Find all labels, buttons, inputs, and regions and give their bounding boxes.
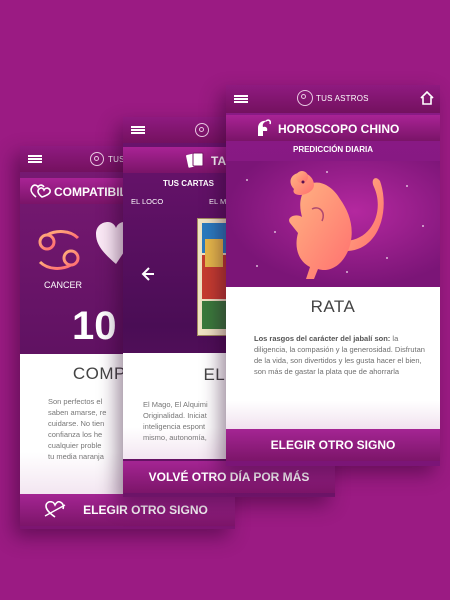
card-name-right: EL M: [209, 197, 227, 206]
choose-sign-button[interactable]: ELEGIR OTRO SIGNO: [226, 429, 440, 461]
choose-sign-label: ELEGIR OTRO SIGNO: [83, 503, 208, 517]
left-arrow-icon[interactable]: [141, 265, 157, 283]
tarot-cards-icon: [186, 152, 204, 168]
animal-text: Los rasgos del carácter del jabalí son: …: [254, 333, 432, 377]
hamburger-icon[interactable]: [28, 155, 42, 163]
brand-logo-icon: [195, 123, 209, 137]
card-text: El Mago, El Alquimi Originalidad. Inicia…: [143, 400, 208, 442]
top-bar: TUS ASTROS: [226, 85, 440, 113]
content-panel: RATA Los rasgos del carácter del jabalí …: [226, 287, 440, 429]
heart-arrow-icon: [44, 501, 66, 518]
screen-title: TA: [211, 154, 227, 168]
rat-icon: [289, 171, 384, 279]
screen-title: HOROSCOPO CHINO: [278, 122, 400, 136]
brand-name: TUS ASTROS: [316, 94, 369, 103]
animal-text-bold: Los rasgos del carácter del jabalí son:: [254, 334, 391, 343]
hamburger-icon[interactable]: [131, 126, 145, 134]
rat-illustration-area: [226, 161, 440, 287]
brand-logo-icon: [90, 152, 104, 166]
goat-icon: [258, 119, 271, 136]
chinese-horoscope-screen: TUS ASTROS HOROSCOPO CHINO PREDICCIÓN DI…: [226, 85, 440, 466]
brand-logo-icon: [297, 90, 313, 106]
choose-sign-button[interactable]: ELEGIR OTRO SIGNO: [20, 494, 235, 526]
title-bar: HOROSCOPO CHINO: [226, 115, 440, 141]
linked-hearts-icon: [30, 184, 51, 198]
home-icon[interactable]: [419, 90, 435, 106]
screen-subtitle: PREDICCIÓN DIARIA: [292, 145, 373, 154]
screen-title: COMPATIBIL: [54, 185, 127, 199]
compatibility-score: 10: [72, 304, 117, 348]
sign-name: CANCER: [44, 280, 83, 290]
compatibility-text: Son perfectos el saben amarse, re cuidar…: [48, 397, 107, 461]
hamburger-icon[interactable]: [234, 95, 248, 103]
cancer-symbol-icon: [38, 230, 80, 270]
card-name-left: EL LOCO: [131, 197, 164, 206]
animal-heading: RATA: [310, 297, 356, 316]
